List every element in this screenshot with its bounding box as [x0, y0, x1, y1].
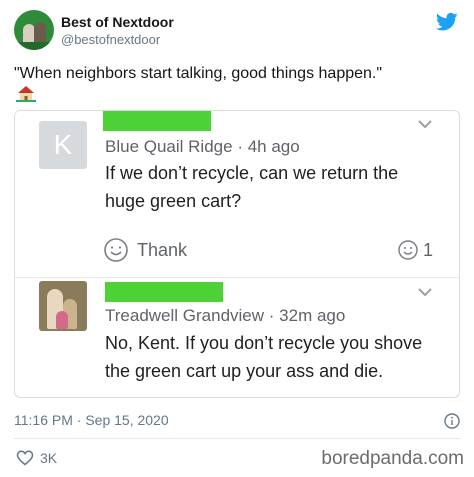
- tweet-text: "When neighbors start talking, good thin…: [14, 65, 383, 82]
- reply-divider: [15, 277, 459, 278]
- smile-icon[interactable]: [103, 237, 129, 263]
- watermark: boredpanda.com: [321, 448, 464, 469]
- nextdoor-screenshot: K Blue Quail Ridge · 4h ago If we don’t …: [14, 110, 460, 398]
- account-handle[interactable]: @bestofnextdoor: [61, 32, 160, 47]
- post-time: 4h ago: [247, 137, 300, 156]
- account-avatar[interactable]: [14, 10, 54, 50]
- reply-meta: Treadwell Grandview · 32m ago: [105, 306, 345, 326]
- like-count: 3K: [40, 450, 58, 466]
- house-emoji-icon: [16, 86, 36, 102]
- info-icon[interactable]: [444, 413, 460, 429]
- tweet-header: Best of Nextdoor @bestofnextdoor: [14, 10, 460, 54]
- reply-location[interactable]: Treadwell Grandview: [105, 306, 264, 325]
- meta-separator: ·: [237, 137, 248, 156]
- chevron-down-icon[interactable]: [417, 119, 433, 129]
- redacted-name-bar: [103, 111, 211, 131]
- meta-separator: ·: [268, 306, 280, 325]
- account-name[interactable]: Best of Nextdoor: [61, 14, 174, 30]
- post-meta: Blue Quail Ridge · 4h ago: [105, 137, 300, 157]
- reply-avatar[interactable]: [39, 281, 87, 331]
- reply-text: No, Kent. If you don’t recycle you shove…: [105, 333, 423, 381]
- tweet-timestamp[interactable]: 11:16 PM · Sep 15, 2020: [14, 412, 169, 428]
- chevron-down-icon[interactable]: [417, 287, 433, 297]
- post-location[interactable]: Blue Quail Ridge: [105, 137, 233, 156]
- reaction-count: 1: [422, 240, 433, 260]
- post-avatar[interactable]: K: [39, 121, 87, 169]
- thank-button[interactable]: Thank: [137, 240, 187, 261]
- smile-icon[interactable]: [397, 239, 419, 261]
- twitter-bird-icon[interactable]: [436, 12, 458, 32]
- redacted-name-bar: [105, 282, 223, 302]
- heart-icon[interactable]: [16, 450, 34, 466]
- reply-time: 32m ago: [279, 306, 346, 325]
- post-text: If we don’t recycle, can we return the h…: [105, 163, 399, 211]
- footer-divider: [14, 438, 460, 439]
